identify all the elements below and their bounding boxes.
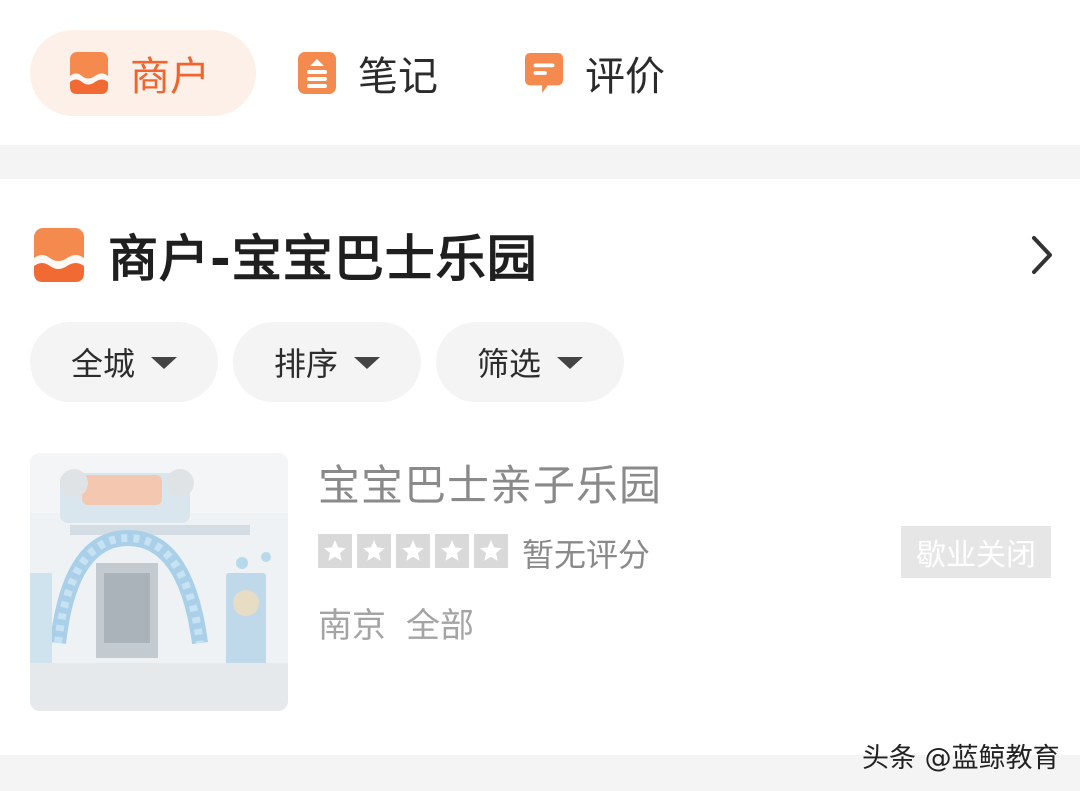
shop-name[interactable]: 宝宝巴士亲子乐园 [318, 452, 662, 513]
tab-notes[interactable]: 笔记 [298, 30, 438, 116]
merchant-icon [34, 228, 84, 282]
caret-down-icon [151, 357, 177, 369]
star-icon [318, 534, 352, 568]
tab-label: 评价 [585, 54, 665, 100]
filter-screen[interactable]: 筛选 [436, 322, 624, 402]
tab-label: 笔记 [358, 54, 438, 100]
filter-label: 全城 [70, 345, 135, 383]
caret-down-icon [354, 357, 380, 369]
filter-city[interactable]: 全城 [30, 322, 218, 402]
filter-sort[interactable]: 排序 [233, 322, 421, 402]
top-tab-bar: 商户 笔记 评价 [0, 0, 1080, 145]
shop-category: 全部 [406, 606, 474, 646]
caret-down-icon [557, 357, 583, 369]
tab-label: 商户 [130, 54, 210, 100]
tab-reviews[interactable]: 评价 [525, 30, 665, 116]
star-icon [474, 534, 508, 568]
status-badge: 歇业关闭 [901, 526, 1051, 578]
rating-stars [318, 534, 513, 568]
comment-icon [525, 52, 563, 94]
star-icon [435, 534, 469, 568]
section-header[interactable]: 商户-宝宝巴士乐园 [34, 222, 538, 288]
section-title: 商户-宝宝巴士乐园 [108, 230, 538, 288]
merchant-icon [70, 52, 108, 94]
shop-meta: 南京 全部 [318, 598, 474, 647]
filter-label: 筛选 [476, 345, 541, 383]
rating-text: 暂无评分 [522, 536, 651, 574]
tab-merchant[interactable]: 商户 [30, 30, 256, 116]
shop-thumbnail[interactable] [30, 453, 288, 711]
watermark: 头条 @蓝鲸教育 [862, 743, 1060, 774]
filter-label: 排序 [273, 345, 338, 383]
note-icon [298, 52, 336, 94]
star-icon [357, 534, 391, 568]
star-icon [396, 534, 430, 568]
chevron-right-icon[interactable] [1020, 230, 1060, 280]
shop-city: 南京 [318, 606, 386, 646]
section-divider [0, 145, 1080, 179]
